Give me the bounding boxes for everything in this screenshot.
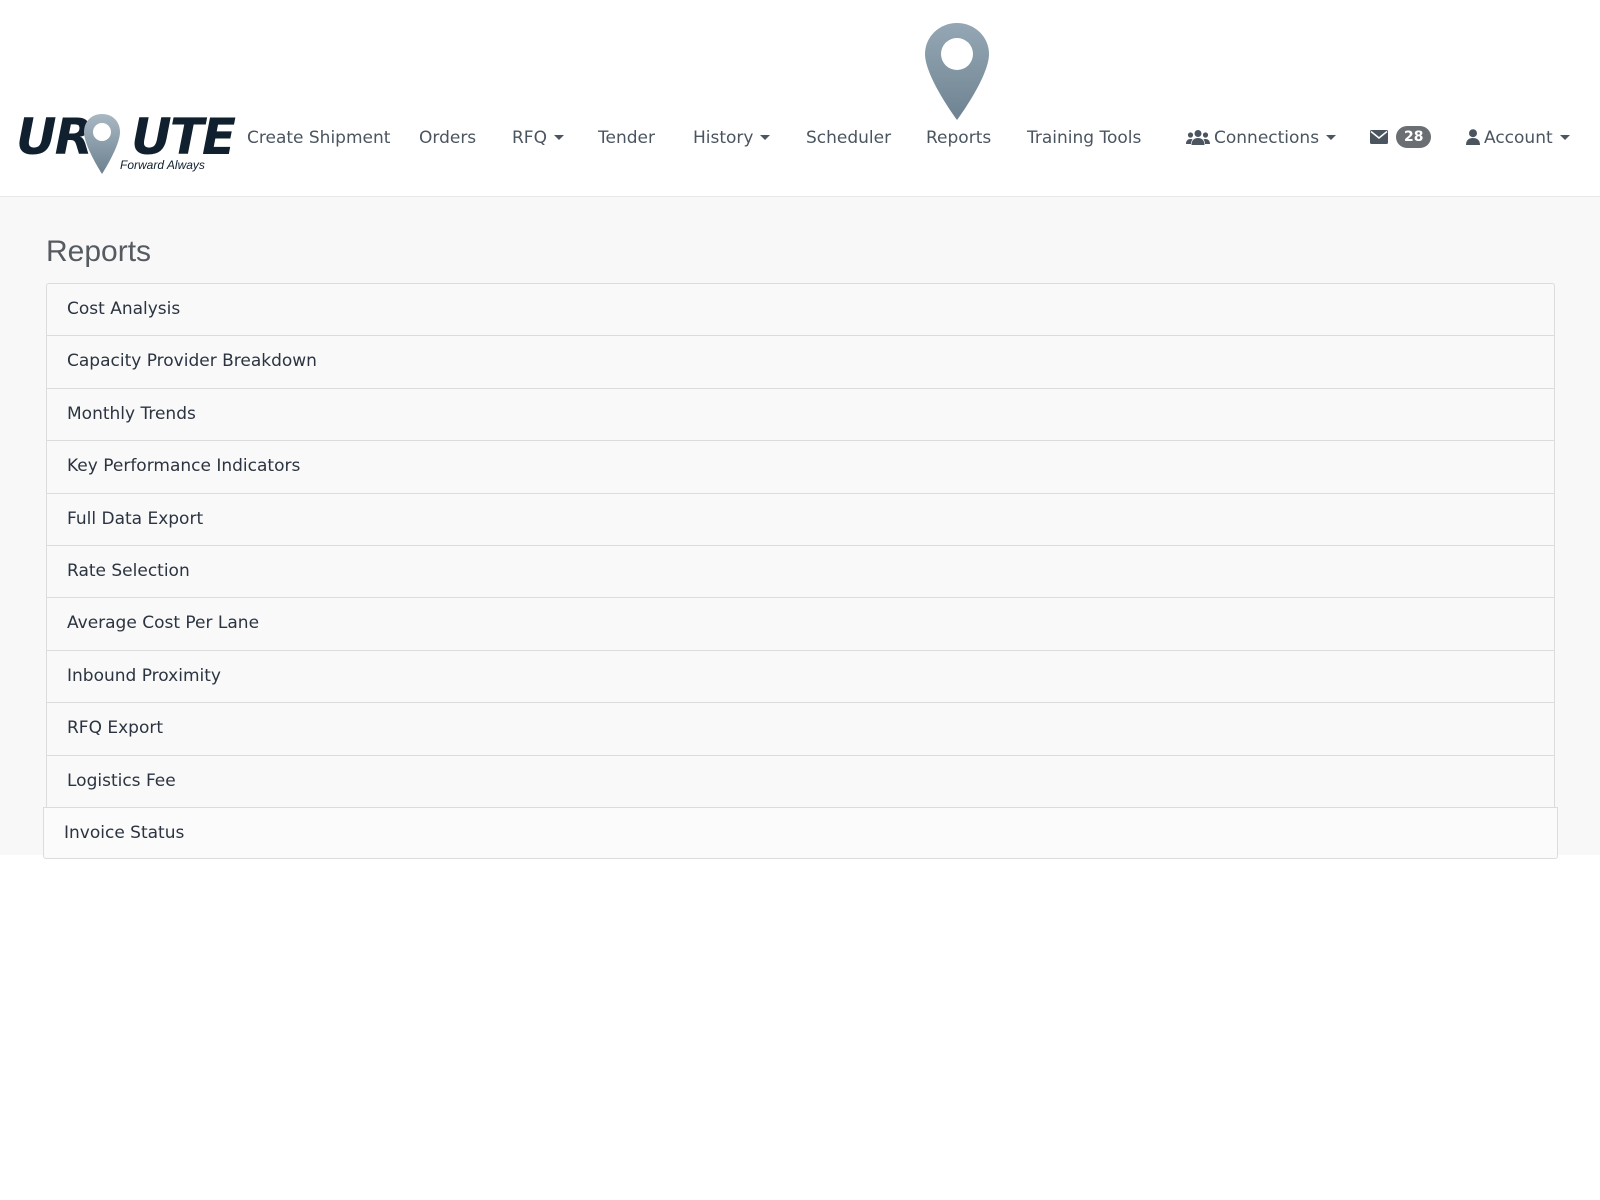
map-pin-icon <box>925 23 989 120</box>
report-invoice-status[interactable]: Invoice Status <box>43 806 1558 860</box>
uroute-logo[interactable]: UR UTE Forward Always <box>16 108 236 178</box>
report-inbound-proximity[interactable]: Inbound Proximity <box>46 649 1555 703</box>
nav-account-label: Account <box>1484 128 1553 148</box>
logo-pin-icon <box>84 114 120 174</box>
nav-connections-label: Connections <box>1214 128 1320 148</box>
envelope-icon <box>1370 129 1388 144</box>
page-title: Reports <box>46 235 152 268</box>
nav-rfq-label: RFQ <box>512 128 547 148</box>
report-full-data-export[interactable]: Full Data Export <box>46 492 1555 545</box>
top-navbar: UR UTE Forward Always Create Shipment Ord… <box>0 0 1600 197</box>
reports-list: Cost Analysis Capacity Provider Breakdow… <box>43 283 1558 860</box>
nav-tender[interactable]: Tender <box>598 122 655 154</box>
report-monthly-trends[interactable]: Monthly Trends <box>46 387 1555 441</box>
report-cost-analysis[interactable]: Cost Analysis <box>46 283 1555 336</box>
report-rfq-export[interactable]: RFQ Export <box>46 702 1555 755</box>
nav-training-tools[interactable]: Training Tools <box>1027 122 1141 154</box>
nav-reports[interactable]: Reports <box>926 122 991 154</box>
caret-down-icon <box>553 134 564 140</box>
nav-connections-dropdown[interactable]: Connections <box>1186 122 1337 154</box>
nav-history-label: History <box>693 128 754 148</box>
nav-rfq-dropdown[interactable]: RFQ <box>512 122 564 154</box>
nav-messages[interactable]: 28 <box>1370 122 1432 154</box>
nav-orders[interactable]: Orders <box>419 122 476 154</box>
caret-down-icon <box>1326 134 1337 140</box>
report-rate-selection[interactable]: Rate Selection <box>46 544 1555 598</box>
reports-page: Reports Cost Analysis Capacity Provider … <box>0 197 1600 860</box>
nav-create-shipment[interactable]: Create Shipment <box>247 122 390 154</box>
user-icon <box>1466 128 1480 145</box>
logo-tagline: Forward Always <box>120 158 205 172</box>
messages-count-badge: 28 <box>1396 125 1432 148</box>
logo-text-left: UR <box>16 108 93 166</box>
caret-down-icon <box>1559 134 1570 140</box>
users-icon <box>1186 129 1210 145</box>
report-logistics-fee[interactable]: Logistics Fee <box>46 754 1555 807</box>
report-key-performance-indicators[interactable]: Key Performance Indicators <box>46 440 1555 493</box>
report-capacity-provider-breakdown[interactable]: Capacity Provider Breakdown <box>46 335 1555 388</box>
nav-scheduler[interactable]: Scheduler <box>806 122 891 154</box>
nav-history-dropdown[interactable]: History <box>693 122 771 154</box>
report-average-cost-per-lane[interactable]: Average Cost Per Lane <box>46 597 1555 650</box>
nav-account-dropdown[interactable]: Account <box>1466 122 1570 154</box>
caret-down-icon <box>760 134 771 140</box>
